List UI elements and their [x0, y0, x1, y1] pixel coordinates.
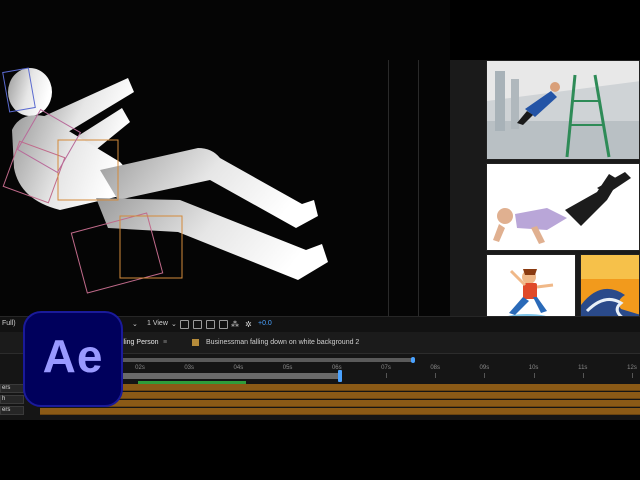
show-snapshot-icon[interactable] — [219, 320, 228, 329]
playhead[interactable] — [338, 370, 342, 382]
ruler-tick-label: 03s — [184, 365, 195, 371]
logo-text: Ae — [42, 330, 104, 382]
ruler-tick-label: 04s — [233, 365, 244, 371]
layer-color-swatch — [192, 339, 199, 346]
layer-bar[interactable] — [122, 373, 340, 379]
ruler-tick-mark — [533, 373, 535, 378]
view-layout-select[interactable]: 1 View — [147, 320, 168, 327]
tab-menu-icon[interactable]: ≡ — [163, 339, 167, 346]
ladder-fall-photo[interactable] — [486, 60, 640, 160]
ruler-tick-mark — [632, 373, 633, 378]
businessman-falling-photo[interactable] — [486, 163, 640, 251]
switch-row[interactable]: ers — [0, 384, 24, 393]
tab-businessman[interactable]: Businessman falling down on white backgr… — [206, 339, 359, 346]
ruler-tick-mark — [435, 373, 437, 378]
ruler-tick-label: 05s — [282, 365, 293, 371]
businessman-falling-icon — [487, 164, 639, 250]
snapshot-icon[interactable] — [206, 320, 215, 329]
ruler-tick-label: 02s — [135, 365, 145, 371]
ruler-tick-label: 09s — [479, 365, 490, 371]
ruler-tick-mark — [582, 373, 584, 378]
falling-person-shape-layer[interactable] — [0, 0, 450, 318]
chevron-down-icon[interactable]: ⌄ — [132, 320, 138, 328]
ruler-tick-label: 07s — [381, 365, 391, 371]
ruler-tick-mark — [484, 373, 486, 378]
exposure-icon[interactable]: ✲ — [245, 320, 252, 329]
track-bar[interactable] — [40, 392, 640, 399]
work-area-end-handle[interactable] — [411, 357, 415, 363]
track-bar[interactable] — [40, 384, 640, 391]
switch-row[interactable]: h — [0, 395, 24, 404]
grid-icon[interactable] — [180, 320, 189, 329]
track-bar[interactable] — [40, 400, 640, 407]
ruler-tick-mark — [386, 373, 387, 378]
layer-tracks — [40, 384, 640, 419]
switch-row[interactable]: ers — [0, 406, 24, 415]
work-area-bar[interactable] — [122, 358, 414, 362]
ruler-tick-label: 12s — [627, 365, 637, 371]
composition-viewer[interactable] — [0, 0, 450, 318]
after-effects-logo: Ae — [23, 311, 123, 407]
channel-icon[interactable]: ⁂ — [231, 320, 239, 329]
resolution-select[interactable]: Full) — [2, 320, 16, 327]
tab-falling-person[interactable]: lling Person — [122, 339, 159, 346]
person-falling-from-ladder-icon — [487, 61, 639, 159]
ruler-tick-label: 10s — [528, 365, 539, 371]
track-bar[interactable] — [40, 408, 640, 415]
3d-view-icon[interactable] — [193, 320, 202, 329]
ruler-tick-label: 08s — [430, 365, 441, 371]
ruler-tick-label: 11s — [578, 365, 588, 371]
chevron-down-icon[interactable]: ⌄ — [171, 320, 177, 328]
letterbox-bottom — [0, 420, 640, 480]
reference-panel — [450, 60, 640, 332]
exposure-value[interactable]: +0.0 — [258, 320, 272, 327]
